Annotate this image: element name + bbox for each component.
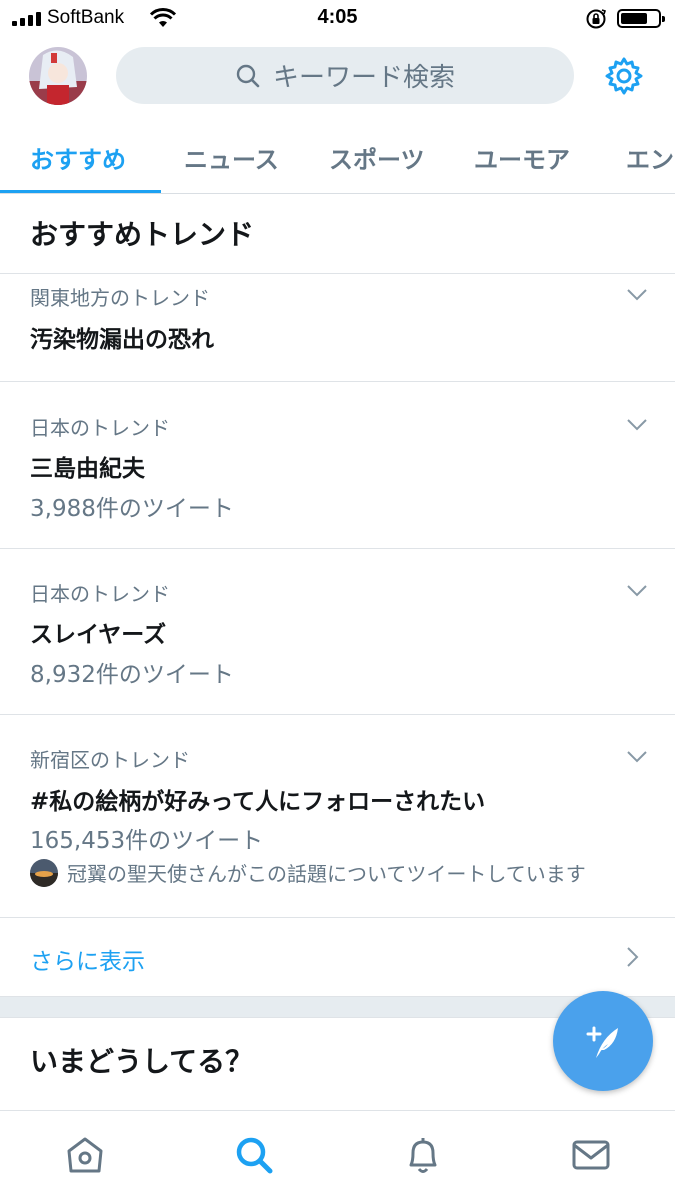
search-icon — [236, 64, 260, 87]
trend-name: 三島由紀夫 — [30, 456, 145, 482]
notifications-bell-icon[interactable] — [401, 1133, 445, 1177]
divider — [0, 917, 675, 918]
show-more-link[interactable]: さらに表示 — [30, 942, 145, 976]
trend-tweet-count: 3,988件のツイート — [30, 496, 234, 522]
trend-item[interactable]: 新宿区のトレンド #私の絵柄が好みって人にフォローされたい 165,453件のツ… — [0, 715, 675, 917]
tab-entertainment[interactable]: エン — [626, 140, 674, 175]
search-input[interactable]: キーワード検索 — [116, 47, 574, 104]
chevron-down-icon[interactable] — [626, 418, 648, 432]
clock: 4:05 — [317, 6, 358, 28]
whats-happening-title: いまどうしてる？ — [30, 1045, 254, 1078]
user-avatar — [30, 858, 58, 887]
messages-envelope-icon[interactable] — [569, 1133, 613, 1177]
battery-icon — [617, 9, 665, 28]
trend-name: #私の絵柄が好みって人にフォローされたい — [30, 789, 486, 815]
trend-item[interactable]: 日本のトレンド 三島由紀夫 3,988件のツイート — [0, 382, 675, 548]
tab-recommended[interactable]: おすすめ — [30, 140, 126, 175]
trend-name: 汚染物漏出の恐れ — [30, 327, 214, 353]
tab-sports[interactable]: スポーツ — [329, 140, 425, 175]
tab-humor[interactable]: ユーモア — [474, 140, 570, 175]
tab-news[interactable]: ニュース — [184, 140, 279, 175]
trend-item[interactable]: 日本のトレンド スレイヤーズ 8,932件のツイート — [0, 549, 675, 714]
trend-tweeting-text: 冠翼の聖天使さんがこの話題についてツイートしています — [67, 862, 586, 886]
active-tab-indicator — [0, 190, 161, 193]
chevron-down-icon[interactable] — [626, 750, 648, 764]
trend-context: 日本のトレンド — [30, 416, 170, 440]
chevron-down-icon[interactable] — [626, 584, 648, 598]
trend-context: 日本のトレンド — [30, 582, 170, 606]
compose-tweet-button[interactable] — [553, 991, 653, 1091]
section-title: おすすめトレンド — [30, 218, 255, 251]
settings-gear-icon[interactable] — [603, 55, 645, 97]
chevron-right-icon — [627, 947, 639, 967]
trend-item[interactable]: 関東地方のトレンド 汚染物漏出の恐れ — [0, 274, 675, 381]
trend-context: 新宿区のトレンド — [30, 748, 190, 772]
search-icon[interactable] — [232, 1133, 276, 1177]
bottom-navigation — [0, 1110, 675, 1200]
home-icon[interactable] — [63, 1133, 107, 1177]
search-placeholder: キーワード検索 — [272, 63, 455, 93]
chevron-down-icon[interactable] — [626, 288, 648, 302]
status-bar: SoftBank 4:05 — [0, 0, 675, 38]
profile-avatar[interactable] — [29, 47, 87, 105]
trend-tweeting-user: 冠翼の聖天使さんがこの話題についてツイートしています — [30, 858, 586, 887]
trend-tweet-count: 165,453件のツイート — [30, 828, 264, 854]
trend-context: 関東地方のトレンド — [30, 286, 210, 310]
compose-tweet-icon — [586, 1026, 618, 1058]
trend-tweet-count: 8,932件のツイート — [30, 662, 234, 688]
orientation-lock-icon — [586, 9, 607, 29]
trend-name: スレイヤーズ — [30, 622, 167, 648]
explore-tabs: おすすめ ニュース スポーツ ユーモア エン — [0, 128, 675, 194]
